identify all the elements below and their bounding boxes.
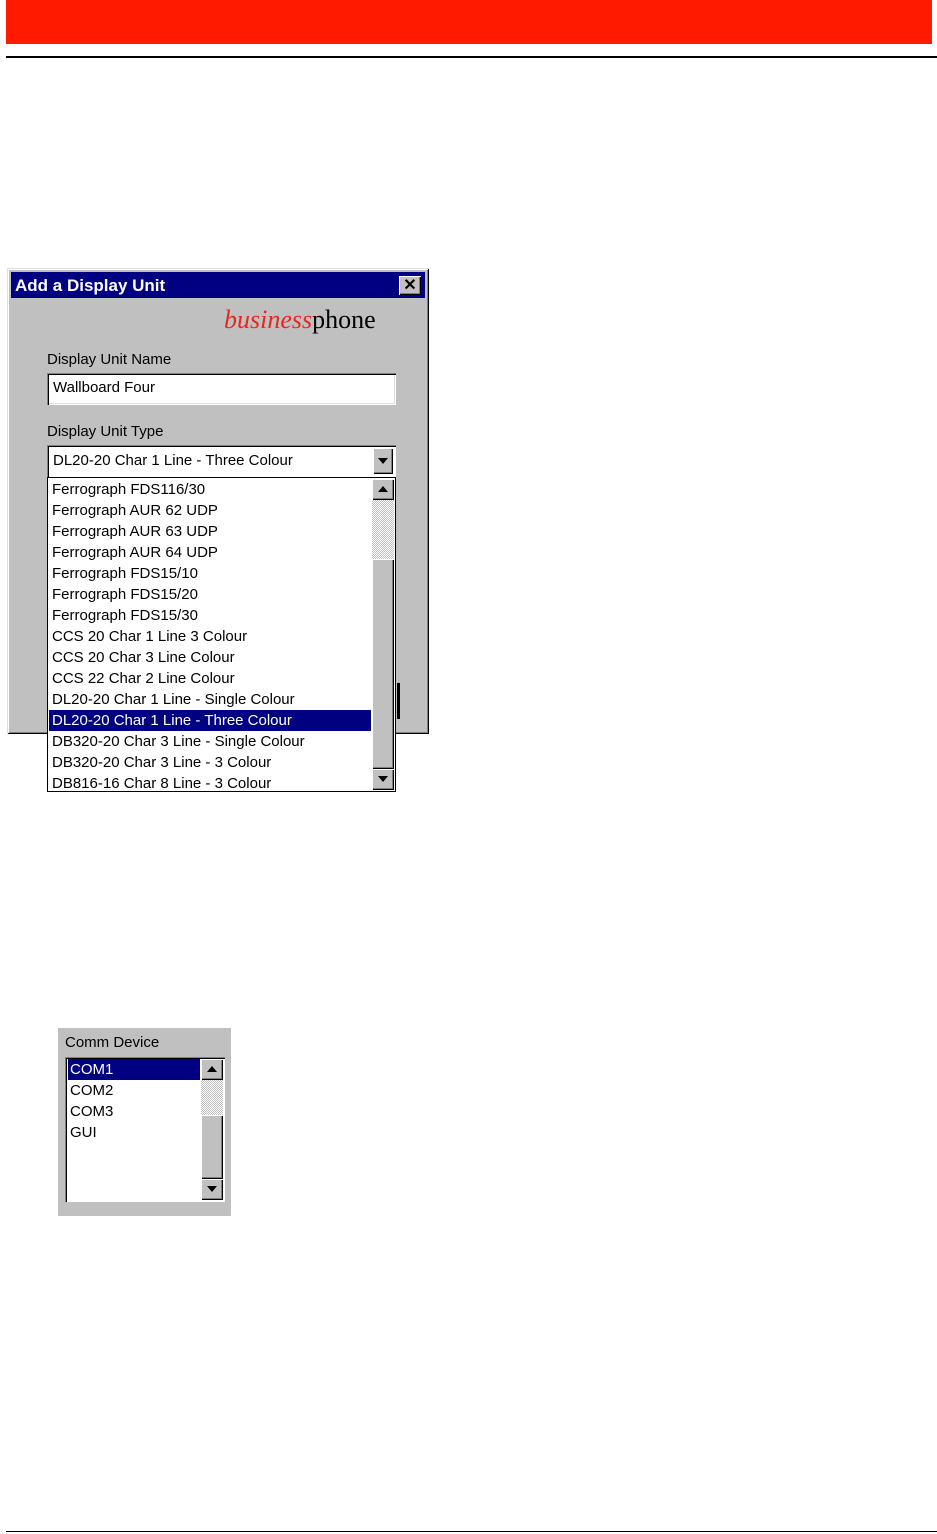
dropdown-option[interactable]: Ferrograph FDS116/30 bbox=[49, 479, 371, 500]
dropdown-option[interactable]: Ferrograph FDS15/10 bbox=[49, 563, 371, 584]
display-unit-type-select[interactable]: DL20-20 Char 1 Line - Three Colour bbox=[47, 445, 396, 477]
scroll-down-button[interactable] bbox=[201, 1179, 223, 1200]
footer-rule bbox=[6, 1531, 937, 1532]
dropdown-option[interactable]: Ferrograph FDS15/20 bbox=[49, 584, 371, 605]
dropdown-option[interactable]: DL20-20 Char 1 Line - Single Colour bbox=[49, 689, 371, 710]
dialog-title-bar[interactable]: Add a Display Unit ✕ bbox=[11, 272, 425, 298]
dropdown-option[interactable]: DB320-20 Char 3 Line - Single Colour bbox=[49, 731, 371, 752]
comm-device-option[interactable]: COM1 bbox=[68, 1059, 200, 1080]
dropdown-option[interactable]: CCS 20 Char 1 Line 3 Colour bbox=[49, 626, 371, 647]
dropdown-scrollbar[interactable] bbox=[372, 479, 394, 790]
dropdown-option[interactable]: CCS 20 Char 3 Line Colour bbox=[49, 647, 371, 668]
display-unit-name-value: Wallboard Four bbox=[53, 379, 155, 396]
dropdown-option[interactable]: CCS 22 Char 2 Line Colour bbox=[49, 668, 371, 689]
obscured-button-edge bbox=[397, 683, 400, 719]
comm-device-scrollbar[interactable] bbox=[201, 1059, 223, 1200]
dropdown-option[interactable]: DB816-16 Char 8 Line - 3 Colour bbox=[49, 773, 371, 794]
header-bar bbox=[6, 0, 932, 44]
comm-device-option[interactable]: COM2 bbox=[68, 1080, 200, 1101]
dialog-title: Add a Display Unit bbox=[15, 276, 166, 295]
scroll-thumb[interactable] bbox=[372, 559, 394, 769]
dropdown-option[interactable]: Ferrograph AUR 64 UDP bbox=[49, 542, 371, 563]
display-unit-type-dropdown-list[interactable]: Ferrograph FDS116/30 Ferrograph AUR 62 UD… bbox=[47, 477, 396, 792]
display-unit-type-value: DL20-20 Char 1 Line - Three Colour bbox=[53, 452, 293, 469]
chevron-down-icon bbox=[378, 458, 388, 464]
close-icon: ✕ bbox=[403, 277, 417, 294]
dropdown-button[interactable] bbox=[373, 448, 393, 474]
comm-device-items: COM1 COM2 COM3 GUI bbox=[68, 1059, 200, 1143]
comm-device-list[interactable]: COM1 COM2 COM3 GUI bbox=[65, 1057, 225, 1202]
comm-device-option[interactable]: COM3 bbox=[68, 1101, 200, 1122]
display-unit-name-label: Display Unit Name bbox=[47, 351, 172, 368]
arrow-up-icon bbox=[207, 1066, 217, 1072]
dropdown-option[interactable]: Ferrograph AUR 63 UDP bbox=[49, 521, 371, 542]
dropdown-items: Ferrograph FDS116/30 Ferrograph AUR 62 UD… bbox=[49, 479, 371, 794]
scroll-thumb[interactable] bbox=[201, 1115, 223, 1179]
scroll-down-button[interactable] bbox=[372, 769, 394, 790]
comm-device-label: Comm Device bbox=[65, 1034, 160, 1051]
businessphone-logo: businessphone bbox=[224, 305, 376, 334]
close-button[interactable]: ✕ bbox=[399, 276, 421, 295]
arrow-down-icon bbox=[378, 776, 388, 782]
comm-device-option[interactable]: GUI bbox=[68, 1122, 200, 1143]
dropdown-option[interactable]: Ferrograph FDS15/30 bbox=[49, 605, 371, 626]
dropdown-option[interactable]: DB320-20 Char 3 Line - 3 Colour bbox=[49, 752, 371, 773]
display-unit-type-label: Display Unit Type bbox=[47, 423, 164, 440]
comm-device-panel: Comm Device COM1 COM2 COM3 GUI bbox=[58, 1028, 231, 1216]
dropdown-option[interactable]: DL20-20 Char 1 Line - Three Colour bbox=[49, 710, 371, 731]
display-unit-name-input[interactable]: Wallboard Four bbox=[47, 373, 396, 405]
arrow-up-icon bbox=[378, 486, 388, 492]
dropdown-option[interactable]: Ferrograph AUR 62 UDP bbox=[49, 500, 371, 521]
arrow-down-icon bbox=[207, 1186, 217, 1192]
scroll-up-button[interactable] bbox=[201, 1059, 223, 1080]
scroll-up-button[interactable] bbox=[372, 479, 394, 500]
header-rule bbox=[6, 56, 937, 58]
